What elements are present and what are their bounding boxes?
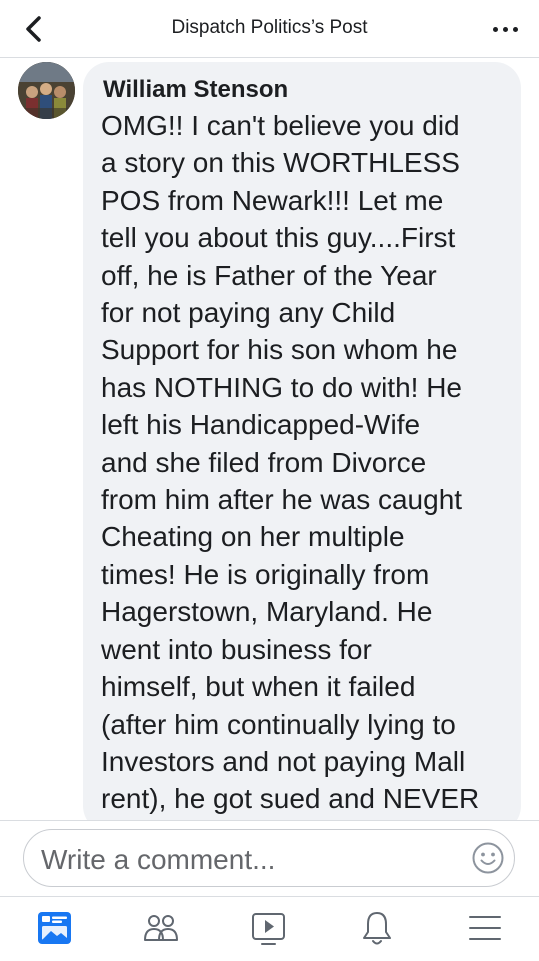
tab-news-feed[interactable] xyxy=(36,908,74,948)
menu-icon xyxy=(469,916,501,940)
top-bar: Dispatch Politics’s Post xyxy=(0,0,539,58)
watch-icon xyxy=(252,913,285,945)
tab-menu[interactable] xyxy=(466,908,504,948)
emoji-button[interactable] xyxy=(471,841,505,875)
smiley-icon xyxy=(472,842,504,874)
friends-icon xyxy=(144,915,178,941)
comment-input-placeholder: Write a comment... xyxy=(41,844,276,875)
notifications-bell-icon xyxy=(363,912,391,945)
tab-friends[interactable] xyxy=(142,908,180,948)
more-options-button[interactable] xyxy=(491,17,521,41)
tab-watch[interactable] xyxy=(250,908,288,948)
news-feed-icon xyxy=(38,912,71,944)
page-title: Dispatch Politics’s Post xyxy=(171,17,368,38)
comment-text: OMG!! I can't believe you did a story on… xyxy=(101,110,480,815)
tab-notifications[interactable] xyxy=(358,908,396,948)
comment-author[interactable]: William Stenson xyxy=(103,76,288,104)
avatar[interactable] xyxy=(18,62,75,119)
more-horizontal-icon xyxy=(493,27,498,32)
avatar-photo xyxy=(18,62,75,119)
